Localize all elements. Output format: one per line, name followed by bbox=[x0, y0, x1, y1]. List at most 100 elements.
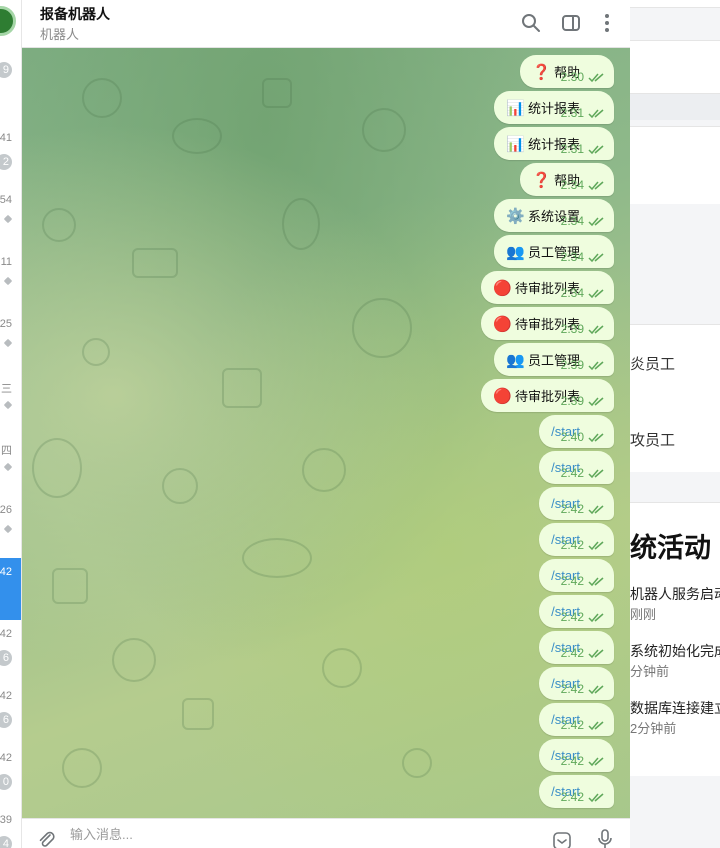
chat-list-item[interactable]: 39 4 bbox=[0, 806, 21, 848]
message-bubble[interactable]: 📊 统计报表 2:31 bbox=[493, 91, 614, 124]
chat-list-item[interactable]: 42 6 bbox=[0, 620, 21, 682]
message-emoji-icon: 👥 bbox=[505, 351, 525, 369]
message-bubble[interactable]: 🔴 待审批列表 2:34 bbox=[480, 271, 614, 304]
microphone-icon[interactable] bbox=[596, 829, 614, 848]
message-time: 2:30 bbox=[560, 70, 584, 84]
sticker-icon[interactable] bbox=[552, 831, 572, 848]
chat-list: 9 41 2 54 11 25 三四 26 42 42 6 42 6 42 0 39 4 bbox=[0, 0, 22, 848]
read-checkmarks-icon bbox=[588, 397, 604, 407]
chat-list-time: 26 bbox=[0, 504, 12, 516]
message-time: 2:42 bbox=[560, 466, 584, 480]
doodle-decoration bbox=[52, 568, 88, 604]
message-time: 2:34 bbox=[560, 286, 584, 300]
chat-subtitle: 机器人 bbox=[40, 27, 80, 42]
doodle-decoration bbox=[262, 78, 292, 108]
chat-list-item[interactable]: 42 0 bbox=[0, 744, 21, 806]
message-bubble[interactable]: /start 2:42 bbox=[539, 703, 614, 736]
chat-list-item[interactable]: 三 bbox=[0, 372, 21, 434]
message-bubble[interactable]: /start 2:42 bbox=[539, 559, 614, 592]
doodle-decoration bbox=[222, 368, 262, 408]
doodle-decoration bbox=[62, 748, 102, 788]
message-bubble[interactable]: /start 2:42 bbox=[539, 631, 614, 664]
dashboard-subbar bbox=[630, 94, 720, 120]
chat-list-item[interactable]: 54 bbox=[0, 186, 21, 248]
read-checkmarks-icon bbox=[588, 433, 604, 443]
unread-badge: 6 bbox=[0, 650, 12, 666]
dashboard-topbar bbox=[630, 0, 720, 8]
doodle-decoration bbox=[242, 538, 312, 578]
pin-icon bbox=[4, 464, 12, 474]
message-bubble[interactable]: /start 2:42 bbox=[539, 739, 614, 772]
chat-panel: 报备机器人 机器人 ❓ 帮助 2:30 📊 统计报表 2:31 📊 统计报表 2… bbox=[22, 0, 630, 848]
unread-badge: 6 bbox=[0, 712, 12, 728]
unread-badge: 4 bbox=[0, 836, 12, 848]
message-time: 2:31 bbox=[560, 106, 584, 120]
message-bubble[interactable]: 👥 员工管理 2:39 bbox=[493, 343, 614, 376]
chat-list-item[interactable]: 42 bbox=[0, 558, 21, 620]
message-time: 2:40 bbox=[560, 430, 584, 444]
message-bubble[interactable]: /start 2:40 bbox=[539, 415, 614, 448]
message-bubble[interactable]: ❓ 帮助 2:34 bbox=[519, 163, 614, 196]
message-bubble[interactable]: /start 2:42 bbox=[539, 667, 614, 700]
doodle-decoration bbox=[322, 648, 362, 688]
read-checkmarks-icon bbox=[588, 685, 604, 695]
dashboard-card bbox=[630, 126, 720, 204]
unread-badge: 0 bbox=[0, 774, 12, 790]
message-bubble[interactable]: /start 2:42 bbox=[539, 595, 614, 628]
chat-title[interactable]: 报备机器人 bbox=[40, 4, 110, 24]
message-bubble[interactable]: 👥 员工管理 2:34 bbox=[493, 235, 614, 268]
doodle-decoration bbox=[82, 78, 122, 118]
dashboard-panel: 炎员工 攻员工 统活动 机器人服务启动 刚刚 系统初始化完成 分钟前 数据库连接… bbox=[630, 0, 720, 848]
sidebar-toggle-icon[interactable] bbox=[560, 12, 582, 34]
read-checkmarks-icon bbox=[588, 361, 604, 371]
pin-icon bbox=[4, 526, 12, 536]
message-bubble[interactable]: ⚙️ 系统设置 2:34 bbox=[493, 199, 614, 232]
activity-time: 2分钟前 bbox=[630, 721, 677, 736]
doodle-decoration bbox=[42, 208, 76, 242]
message-bubble[interactable]: /start 2:42 bbox=[539, 775, 614, 808]
chat-list-item[interactable]: 25 bbox=[0, 310, 21, 372]
read-checkmarks-icon bbox=[588, 145, 604, 155]
message-bubble[interactable]: 🔴 待审批列表 2:39 bbox=[480, 379, 614, 412]
chat-background: ❓ 帮助 2:30 📊 统计报表 2:31 📊 统计报表 2:31 ❓ 帮助 2:34 ⚙️ 系统设置 2:… bbox=[22, 48, 630, 818]
message-bubble[interactable]: /start 2:42 bbox=[539, 523, 614, 556]
message-emoji-icon: 👥 bbox=[505, 243, 525, 261]
activity-heading: 统活动 bbox=[630, 533, 711, 563]
chat-list-item[interactable]: 42 6 bbox=[0, 682, 21, 744]
message-bubble[interactable]: ❓ 帮助 2:30 bbox=[519, 55, 614, 88]
message-time: 2:42 bbox=[560, 538, 584, 552]
chat-list-time: 11 bbox=[0, 256, 12, 268]
message-emoji-icon: ❓ bbox=[531, 171, 551, 189]
pin-icon bbox=[4, 278, 12, 288]
chat-list-item[interactable]: 26 bbox=[0, 496, 21, 558]
chat-list-item[interactable]: 四 bbox=[0, 434, 21, 496]
chat-list-item[interactable]: 41 2 bbox=[0, 124, 21, 186]
stat-label: 炎员工 bbox=[630, 356, 676, 373]
search-icon[interactable] bbox=[520, 12, 542, 34]
message-bubble[interactable]: /start 2:42 bbox=[539, 451, 614, 484]
chat-list-time: 41 bbox=[0, 132, 12, 144]
doodle-decoration bbox=[112, 638, 156, 682]
unread-badge: 9 bbox=[0, 62, 12, 78]
doodle-decoration bbox=[132, 248, 178, 278]
more-vertical-icon[interactable] bbox=[596, 12, 618, 34]
message-bubble[interactable]: 📊 统计报表 2:31 bbox=[493, 127, 614, 160]
message-time: 2:42 bbox=[560, 790, 584, 804]
message-bubble[interactable]: /start 2:42 bbox=[539, 487, 614, 520]
read-checkmarks-icon bbox=[588, 73, 604, 83]
paperclip-icon[interactable] bbox=[36, 829, 56, 848]
read-checkmarks-icon bbox=[588, 253, 604, 263]
chat-list-item[interactable]: 9 bbox=[0, 32, 21, 94]
message-input[interactable] bbox=[70, 827, 510, 842]
message-bubble[interactable]: 🔴 待审批列表 2:39 bbox=[480, 307, 614, 340]
message-time: 2:42 bbox=[560, 574, 584, 588]
chat-list-item[interactable]: 11 bbox=[0, 248, 21, 310]
doodle-decoration bbox=[172, 118, 222, 154]
message-time: 2:34 bbox=[560, 250, 584, 264]
activity-title: 系统初始化完成 bbox=[630, 643, 720, 659]
message-emoji-icon: 📊 bbox=[505, 99, 525, 117]
chat-list-time: 四 bbox=[1, 445, 12, 457]
pin-icon bbox=[4, 216, 12, 226]
doodle-decoration bbox=[302, 448, 346, 492]
chat-list-time: 39 bbox=[0, 814, 12, 826]
